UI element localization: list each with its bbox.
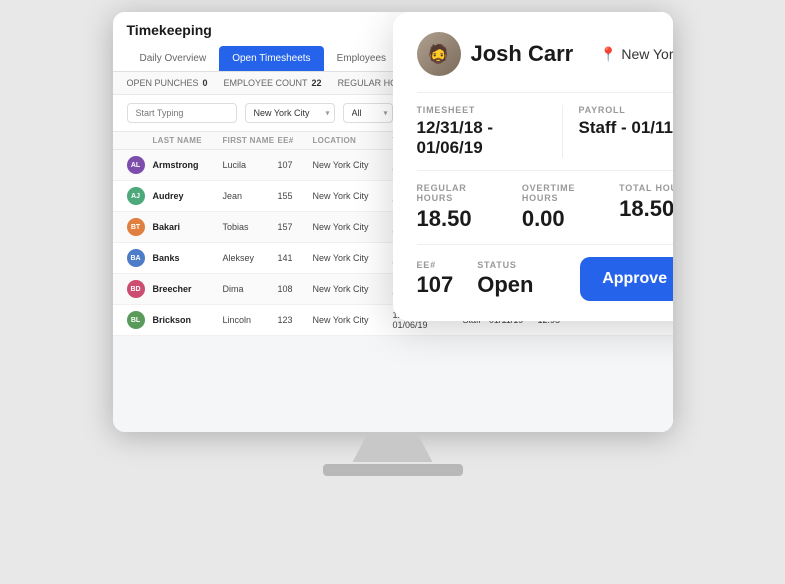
monitor-screen: Timekeeping Daily Overview Open Timeshee… [113,12,673,432]
monitor-base [323,464,463,476]
tab-employees[interactable]: Employees [324,46,399,71]
location-select-wrap: New York City [245,103,335,123]
card-footer: EE# 107 STATUS Open Approve ✓ [417,257,673,301]
tab-open-timesheets[interactable]: Open Timesheets [219,46,323,71]
monitor-container: Timekeeping Daily Overview Open Timeshee… [33,12,753,572]
detail-card: 🧔 Josh Carr 📍 New York City TIMESHEET 12… [393,12,673,321]
avatar: AJ [127,187,145,205]
avatar: 🧔 [417,32,461,76]
regular-hours-section: REGULAR HOURS 18.50 [417,183,514,232]
search-input[interactable] [127,103,237,123]
card-user: 🧔 Josh Carr [417,32,574,76]
payroll-section: PAYROLL Staff - 01/11/19 [563,105,673,158]
open-punches-stat: OPEN PUNCHES 0 [127,78,208,88]
avatar: BL [127,311,145,329]
avatar: BA [127,249,145,267]
employee-count-stat: EMPLOYEE COUNT 22 [224,78,322,88]
status-select[interactable]: All [343,103,393,123]
ee-info: EE# 107 [417,260,454,298]
footer-info: EE# 107 STATUS Open [417,260,534,298]
avatar: AL [127,156,145,174]
total-hours-section: TOTAL HOURS 18.50 [611,183,672,232]
status-info: STATUS Open [477,260,533,298]
user-name: Josh Carr [471,41,574,67]
timesheet-section: TIMESHEET 12/31/18 - 01/06/19 [417,105,563,158]
status-select-wrap: All [343,103,393,123]
location-select[interactable]: New York City [245,103,335,123]
card-hours: REGULAR HOURS 18.50 OVERTIME HOURS 0.00 … [417,183,673,245]
overtime-hours-section: OVERTIME HOURS 0.00 [514,183,611,232]
pin-icon: 📍 [600,46,617,63]
avatar: BT [127,218,145,236]
card-dates: TIMESHEET 12/31/18 - 01/06/19 PAYROLL St… [417,92,673,171]
avatar: BD [127,280,145,298]
approve-main-button[interactable]: Approve ✓ [580,257,672,301]
location-badge: 📍 New York City [600,46,673,63]
tab-daily-overview[interactable]: Daily Overview [127,46,220,71]
monitor-stand [353,432,433,462]
card-header: 🧔 Josh Carr 📍 New York City [417,32,673,76]
